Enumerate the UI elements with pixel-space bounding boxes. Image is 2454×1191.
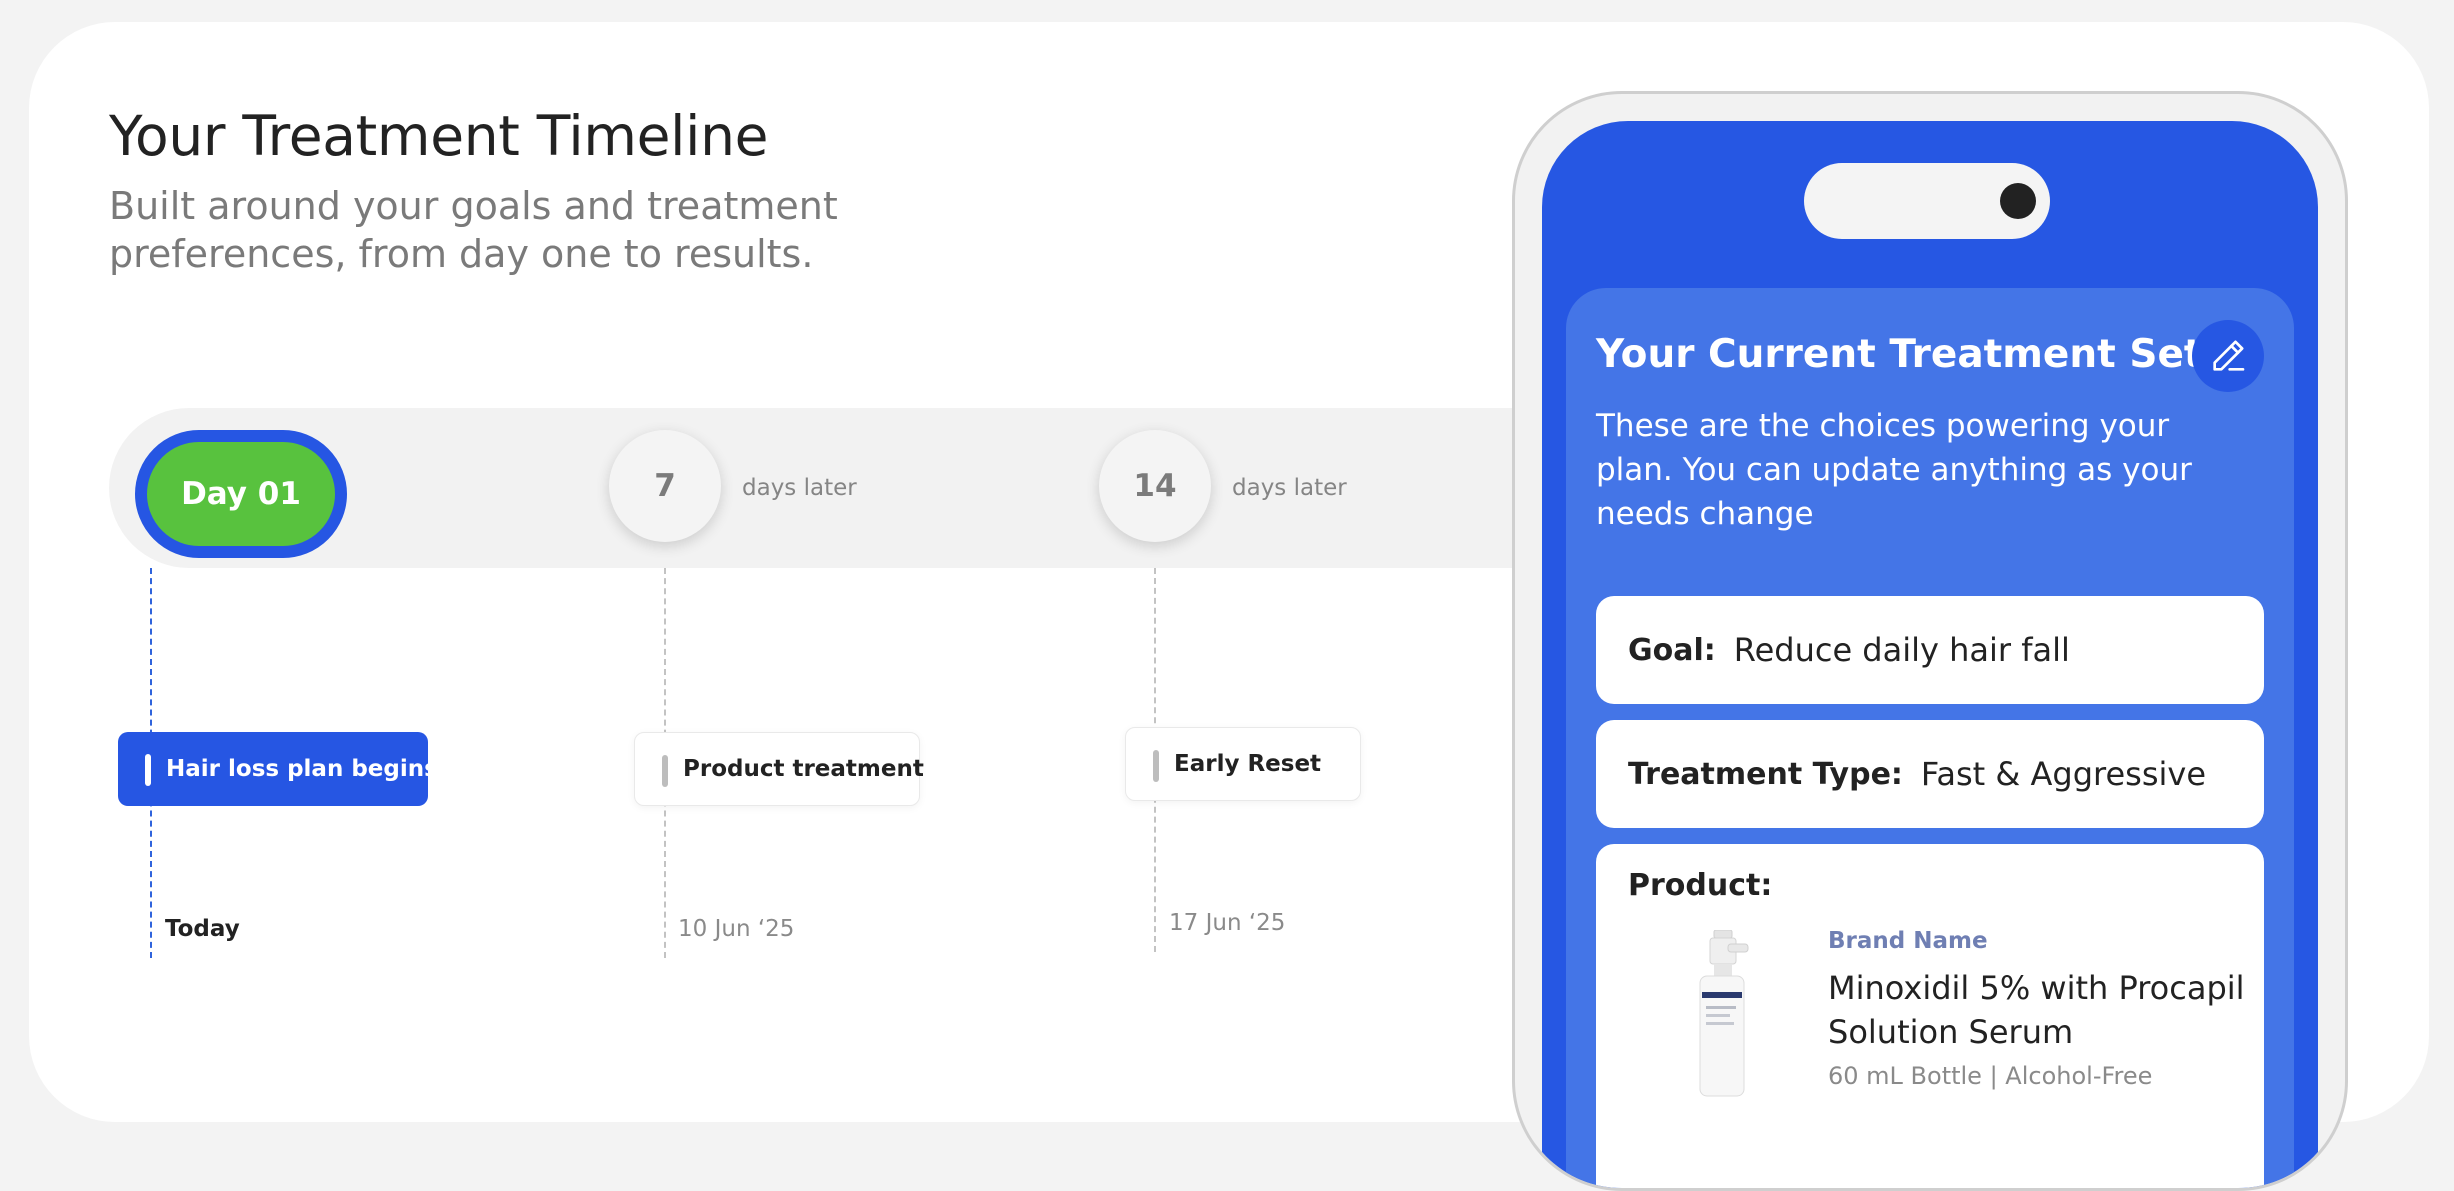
step-14-circle[interactable]: 14 <box>1099 430 1211 542</box>
camera-icon <box>2000 183 2036 219</box>
date-step-14: 17 Jun ‘25 <box>1169 910 1286 936</box>
event-hair-loss-plan[interactable]: Hair loss plan begins <box>118 732 438 806</box>
date-step-7: 10 Jun ‘25 <box>678 916 795 942</box>
product-meta: 60 mL Bottle | Alcohol-Free <box>1828 1062 2153 1090</box>
edit-button[interactable] <box>2192 320 2264 392</box>
phone-mockup: Your Current Treatment Setup These are t… <box>1512 91 2348 1191</box>
pencil-icon <box>2213 340 2245 371</box>
product-brand: Brand Name <box>1828 928 1988 954</box>
goal-label: Goal: <box>1628 632 1716 668</box>
date-today: Today <box>165 916 240 942</box>
event-early-reset[interactable]: Early Reset <box>1125 727 1361 801</box>
panel-description: These are the choices powering your plan… <box>1596 408 2192 532</box>
product-label: Product: <box>1628 868 1773 903</box>
panel-title: Your Current Treatment Setup <box>1596 332 2259 377</box>
goal-value: Reduce daily hair fall <box>1733 631 2070 669</box>
treatment-type-label: Treatment Type: <box>1628 756 1903 792</box>
step-14-suffix: days later <box>1232 475 1347 501</box>
product-card[interactable]: Product: Brand Name Minoxidil 5% with Pr… <box>1596 844 2264 1188</box>
phone-screen: Your Current Treatment Setup These are t… <box>1542 121 2318 1188</box>
goal-card[interactable]: Goal: Reduce daily hair fall <box>1596 596 2264 704</box>
event-product-treatment[interactable]: Product treatment <box>634 732 924 806</box>
treatment-type-value: Fast & Aggressive <box>1920 755 2207 793</box>
page-title: Your Treatment Timeline <box>109 104 769 168</box>
treatment-type-card[interactable]: Treatment Type: Fast & Aggressive <box>1596 720 2264 828</box>
product-name: Minoxidil 5% with Procapil Solution Seru… <box>1828 969 2245 1051</box>
treatment-setup-panel: Your Current Treatment Setup These are t… <box>1566 288 2294 1188</box>
day-start-pill[interactable]: Day 01 <box>135 430 347 558</box>
step-7-suffix: days later <box>742 475 857 501</box>
page-subtitle: Built around your goals and treatment pr… <box>109 184 838 276</box>
step-7-circle[interactable]: 7 <box>609 430 721 542</box>
product-bottle-image <box>1699 930 1749 1097</box>
dynamic-island <box>1804 163 2050 239</box>
